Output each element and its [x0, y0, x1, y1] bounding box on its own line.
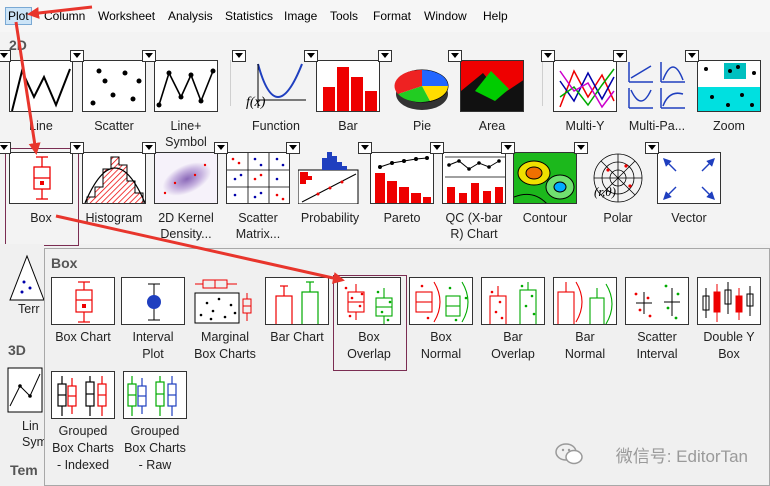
kernel-density-icon [154, 152, 218, 204]
dropdown-arrow-icon[interactable] [645, 142, 659, 154]
bar-overlap-icon [481, 277, 545, 325]
menu-analysis[interactable]: Analysis [168, 9, 213, 23]
bar-chart-icon [265, 277, 329, 325]
dropdown-arrow-icon[interactable] [358, 142, 372, 154]
menu-image[interactable]: Image [284, 9, 317, 23]
tile-label: Area [478, 119, 506, 133]
menu-statistics[interactable]: Statistics [225, 9, 273, 23]
pie-chart-icon [390, 60, 454, 112]
dropdown-arrow-icon[interactable] [430, 142, 444, 154]
menu-plot[interactable]: Plot [5, 7, 32, 25]
dropdown-arrow-icon[interactable] [286, 142, 300, 154]
bar-plot-icon [316, 60, 380, 112]
area-plot-icon [460, 60, 524, 112]
scatter-plot-icon [82, 60, 146, 112]
polar-plot-icon: (r,θ) [586, 152, 650, 204]
watermark-text: 微信号: EditorTan [615, 447, 748, 466]
dropdown-arrow-icon[interactable] [70, 50, 84, 62]
menu-help[interactable]: Help [483, 9, 508, 23]
menu-column[interactable]: Column [44, 9, 85, 23]
box-chart-icon [51, 277, 115, 325]
menu-window[interactable]: Window [424, 9, 467, 23]
dropdown-arrow-icon[interactable] [214, 142, 228, 154]
scatter-interval-icon [625, 277, 689, 325]
dropdown-arrow-icon[interactable] [613, 50, 627, 62]
tile-label: Vector [671, 211, 707, 225]
dropdown-arrow-icon[interactable] [232, 50, 246, 62]
box-normal-icon [409, 277, 473, 325]
dropdown-arrow-icon[interactable] [142, 142, 156, 154]
dropdown-arrow-icon[interactable] [448, 50, 462, 62]
submenu-title-box: Box [51, 255, 78, 271]
grouped-box-indexed-icon [51, 371, 115, 419]
vector-plot-icon [657, 152, 721, 204]
line-plot-icon [9, 60, 73, 112]
pareto-chart-icon [370, 152, 434, 204]
zoom-plot-icon [697, 60, 761, 112]
interval-plot-icon [121, 277, 185, 325]
probability-plot-icon [298, 152, 362, 204]
3d-line-symbol-icon [7, 367, 43, 413]
dropdown-arrow-icon[interactable] [685, 50, 699, 62]
dropdown-arrow-icon[interactable] [541, 50, 555, 62]
dropdown-arrow-icon[interactable] [142, 50, 156, 62]
dropdown-arrow-icon[interactable] [574, 142, 588, 154]
section-title-3d: 3D [8, 342, 26, 358]
svg-text:f(x): f(x) [246, 95, 266, 110]
bar-normal-icon [553, 277, 617, 325]
tile-label: Grouped Box Charts - Raw [124, 424, 186, 472]
section-title-template: Tem [10, 462, 38, 478]
tile-label: Double Y Box [703, 330, 755, 361]
multi-y-plot-icon [553, 60, 617, 112]
box-overlap-icon [337, 277, 401, 325]
wechat-icon [555, 443, 583, 465]
section-title-2d: 2D [9, 37, 27, 53]
function-plot-icon: f(x) [244, 60, 308, 112]
tile-label: Zoom [713, 119, 745, 133]
dropdown-arrow-icon[interactable] [0, 50, 11, 62]
marginal-box-icon [193, 277, 257, 325]
double-y-box-icon [697, 277, 761, 325]
histogram-icon [82, 152, 146, 204]
svg-text:(r,θ): (r,θ) [594, 184, 616, 199]
box-chart-icon [9, 152, 73, 204]
dropdown-arrow-icon[interactable] [378, 50, 392, 62]
menu-format[interactable]: Format [373, 9, 411, 23]
dropdown-arrow-icon[interactable] [70, 142, 84, 154]
qc-chart-icon [442, 152, 506, 204]
ternary-label: Terr [18, 302, 40, 316]
multi-panel-plot-icon [625, 60, 689, 112]
dropdown-arrow-icon[interactable] [0, 142, 11, 154]
menu-bar: Plot Column Worksheet Analysis Statistic… [0, 0, 770, 33]
scatter-matrix-icon [226, 152, 290, 204]
menu-tools[interactable]: Tools [330, 9, 358, 23]
dropdown-arrow-icon[interactable] [304, 50, 318, 62]
line-symbol-plot-icon [154, 60, 218, 112]
contour-plot-icon [513, 152, 577, 204]
dropdown-arrow-icon[interactable] [501, 142, 515, 154]
grouped-box-raw-icon [123, 371, 187, 419]
menu-worksheet[interactable]: Worksheet [98, 9, 155, 23]
